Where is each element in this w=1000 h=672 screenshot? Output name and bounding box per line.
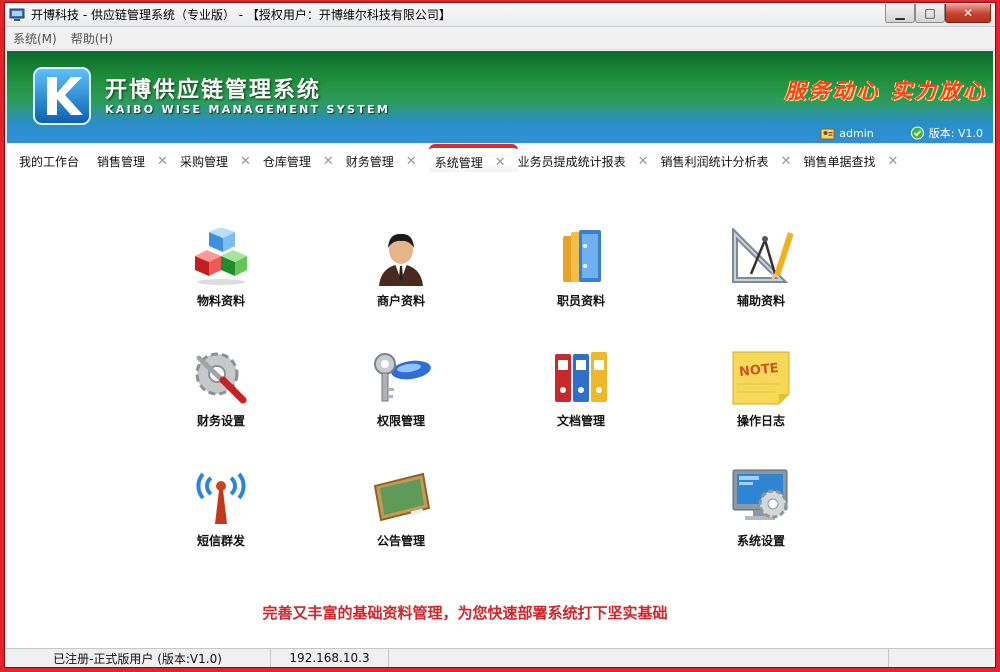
module-label: 物料资料 — [196, 294, 245, 308]
menu-system[interactable]: 系统(M) — [13, 30, 57, 47]
module-label: 辅助资料 — [736, 294, 785, 308]
kaibo-logo-icon — [33, 67, 91, 125]
header-banner: 开博供应链管理系统 KAIBO WISE MANAGEMENT SYSTEM 服… — [7, 51, 993, 143]
module-label: 系统设置 — [736, 534, 785, 548]
registration-status: 已注册-正式版用户 (版本:V1.0) — [5, 649, 271, 667]
menu-bar: 系统(M) 帮助(H) — [5, 28, 995, 50]
tab-close-icon[interactable]: ✕ — [240, 154, 251, 169]
module-label: 操作日志 — [736, 414, 785, 428]
module-label: 公告管理 — [376, 534, 425, 548]
module-documents[interactable]: 文档管理 — [521, 348, 641, 448]
cubes-icon — [195, 228, 247, 285]
tab-bar: 我的工作台 销售管理 ✕ 采购管理 ✕ 仓库管理 ✕ 财务管理 ✕ 系统管理 ✕… — [7, 144, 993, 178]
tab-warehouse[interactable]: 仓库管理 ✕ — [263, 144, 346, 172]
title-bar[interactable]: 开博科技 - 供应链管理系统（专业版） - 【授权用户：开博维尔科技有限公司】 … — [5, 3, 995, 27]
maximize-button[interactable]: □ — [915, 4, 945, 23]
module-label: 财务设置 — [196, 414, 245, 428]
tab-label: 系统管理 — [434, 155, 483, 170]
key-icon — [374, 353, 431, 402]
note-icon: NOTE — [732, 351, 790, 405]
tab-close-icon[interactable]: ✕ — [495, 155, 506, 170]
ip-address: 192.168.10.3 — [271, 649, 389, 667]
module-auxiliary[interactable]: 辅助资料 — [701, 228, 821, 328]
slogan: 服务动心 实力放心 — [784, 78, 987, 103]
tab-close-icon[interactable]: ✕ — [406, 154, 417, 169]
tab-commission-report[interactable]: 业务员提成统计报表 ✕ — [518, 144, 661, 172]
tagline: 完善又丰富的基础资料管理，为您快速部署系统打下坚实基础 — [262, 604, 668, 622]
module-label: 职员资料 — [556, 294, 605, 308]
minimize-icon: ▁ — [895, 6, 905, 20]
chalkboard-icon — [373, 472, 431, 522]
version-label: 版本: V1.0 — [928, 127, 983, 140]
module-label: 文档管理 — [556, 414, 605, 428]
status-bar: 已注册-正式版用户 (版本:V1.0) 192.168.10.3 — [5, 648, 995, 667]
minimize-button[interactable]: ▁ — [885, 4, 915, 23]
brand-name-en: KAIBO WISE MANAGEMENT SYSTEM — [105, 103, 391, 116]
user-info: admin 版本: V1.0 — [820, 125, 983, 141]
monitor-gear-icon — [732, 469, 788, 520]
tab-close-icon[interactable]: ✕ — [887, 154, 898, 169]
module-label: 权限管理 — [376, 414, 425, 428]
businessman-icon — [379, 233, 423, 286]
app-window: 开博科技 - 供应链管理系统（专业版） - 【授权用户：开博维尔科技有限公司】 … — [4, 2, 996, 668]
tab-system[interactable]: 系统管理 ✕ — [428, 144, 518, 172]
tab-label: 销售利润统计分析表 — [660, 155, 769, 169]
current-user: admin — [839, 126, 874, 140]
gear-tools-icon — [195, 352, 247, 404]
window-title: 开博科技 - 供应链管理系统（专业版） - 【授权用户：开博维尔科技有限公司】 — [31, 8, 451, 22]
tab-label: 业务员提成统计报表 — [517, 155, 626, 169]
tab-close-icon[interactable]: ✕ — [638, 154, 649, 169]
brand-name-cn: 开博供应链管理系统 — [105, 78, 322, 103]
close-button[interactable]: ✕ — [945, 4, 991, 23]
user-icon — [820, 128, 835, 140]
tab-label: 仓库管理 — [262, 155, 311, 169]
tab-label: 采购管理 — [179, 155, 228, 169]
tab-label: 我的工作台 — [19, 155, 80, 169]
module-sms[interactable]: 短信群发 — [161, 468, 281, 568]
tab-purchase[interactable]: 采购管理 ✕ — [180, 144, 263, 172]
module-merchant[interactable]: 商户资料 — [341, 228, 461, 328]
module-label: 短信群发 — [196, 534, 245, 548]
module-staff[interactable]: 职员资料 — [521, 228, 641, 328]
status-empty-cell — [389, 649, 889, 667]
tab-close-icon[interactable]: ✕ — [157, 154, 168, 169]
tab-sales[interactable]: 销售管理 ✕ — [97, 144, 180, 172]
module-label: 商户资料 — [376, 294, 425, 308]
check-circle-icon — [910, 126, 924, 140]
tab-finance[interactable]: 财务管理 ✕ — [346, 144, 429, 172]
antenna-icon — [196, 472, 246, 524]
module-system-settings[interactable]: 系统设置 — [701, 468, 821, 568]
tab-close-icon[interactable]: ✕ — [323, 154, 334, 169]
module-permissions[interactable]: 权限管理 — [341, 348, 461, 448]
module-finance-settings[interactable]: 财务设置 — [161, 348, 281, 448]
binders-icon — [563, 230, 601, 282]
tab-label: 销售管理 — [97, 155, 146, 169]
system-management-panel: 物料资料 商户资料 职员资料 辅助资料 财务设置 权限管理 文档管理 NOTE … — [7, 178, 993, 648]
tab-label: 销售单据查找 — [803, 155, 876, 169]
resize-grip[interactable] — [889, 649, 993, 667]
module-material[interactable]: 物料资料 — [161, 228, 281, 328]
tab-sales-search[interactable]: 销售单据查找 ✕ — [803, 144, 910, 172]
drafting-tools-icon — [732, 228, 793, 283]
close-icon: ✕ — [962, 6, 974, 20]
module-operation-log[interactable]: NOTE 操作日志 — [701, 348, 821, 448]
menu-help[interactable]: 帮助(H) — [71, 30, 113, 47]
tab-profit-analysis[interactable]: 销售利润统计分析表 ✕ — [661, 144, 804, 172]
maximize-icon: □ — [924, 6, 936, 20]
module-announcements[interactable]: 公告管理 — [341, 468, 461, 568]
tab-workbench[interactable]: 我的工作台 — [19, 144, 97, 172]
tab-label: 财务管理 — [345, 155, 394, 169]
tab-close-icon[interactable]: ✕ — [781, 154, 792, 169]
file-folders-icon — [555, 352, 607, 402]
computer-icon — [9, 8, 25, 21]
